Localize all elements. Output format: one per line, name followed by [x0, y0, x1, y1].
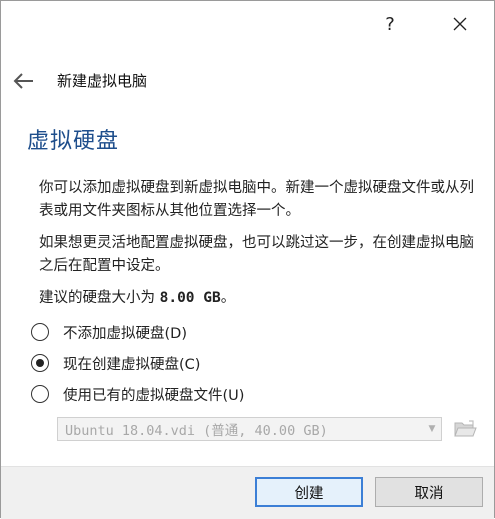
title-bar: ?: [1, 1, 494, 47]
close-icon: [453, 17, 467, 31]
option-create-disk-label: 现在创建虚拟硬盘(C): [63, 356, 201, 373]
recommend-suffix: 。: [220, 290, 236, 306]
chevron-down-icon: ▼: [428, 424, 436, 434]
wizard-title: 新建虚拟电脑: [57, 72, 148, 90]
page-title: 虚拟硬盘: [27, 129, 120, 154]
create-button[interactable]: 创建: [255, 477, 363, 507]
option-create-disk[interactable]: 现在创建虚拟硬盘(C): [31, 351, 200, 375]
recommend-prefix: 建议的硬盘大小为: [39, 290, 160, 306]
option-no-disk-label: 不添加虚拟硬盘(D): [63, 325, 187, 342]
back-button[interactable]: [11, 69, 37, 93]
recommended-size: 8.00 GB: [159, 290, 221, 306]
disk-file-select-value: Ubuntu 18.04.vdi (普通, 40.00 GB): [65, 423, 328, 439]
intro-text: 你可以添加虚拟硬盘到新虚拟电脑中。新建一个虚拟硬盘文件或从列表或用文件夹图标从其…: [39, 180, 474, 219]
option-use-existing[interactable]: 使用已有的虚拟硬盘文件(U): [31, 382, 244, 406]
help-button[interactable]: ?: [373, 7, 407, 41]
recommended-size-text: 建议的硬盘大小为 8.00 GB。: [39, 286, 235, 307]
cancel-button[interactable]: 取消: [375, 477, 483, 507]
choose-disk-file-button[interactable]: [452, 417, 478, 441]
skip-text: 如果想更灵活地配置虚拟硬盘，也可以跳过这一步，在创建虚拟电脑之后在配置中设定。: [39, 235, 474, 274]
back-arrow-icon: [13, 73, 33, 89]
radio-no-disk[interactable]: [31, 323, 49, 341]
dialog-window: ? 新建虚拟电脑 虚拟硬盘 你可以添加虚拟硬盘到新虚拟电脑中。新建一个虚拟硬盘文…: [0, 0, 495, 519]
button-bar: 创建 取消: [1, 466, 494, 519]
disk-file-select[interactable]: Ubuntu 18.04.vdi (普通, 40.00 GB) ▼: [57, 417, 442, 441]
option-use-existing-label: 使用已有的虚拟硬盘文件(U): [63, 387, 245, 404]
wizard-header: 新建虚拟电脑: [1, 59, 494, 103]
radio-use-existing[interactable]: [31, 385, 49, 403]
option-no-disk[interactable]: 不添加虚拟硬盘(D): [31, 320, 187, 344]
folder-open-icon: [454, 420, 477, 437]
radio-create-disk[interactable]: [31, 354, 49, 372]
close-button[interactable]: [443, 7, 477, 41]
